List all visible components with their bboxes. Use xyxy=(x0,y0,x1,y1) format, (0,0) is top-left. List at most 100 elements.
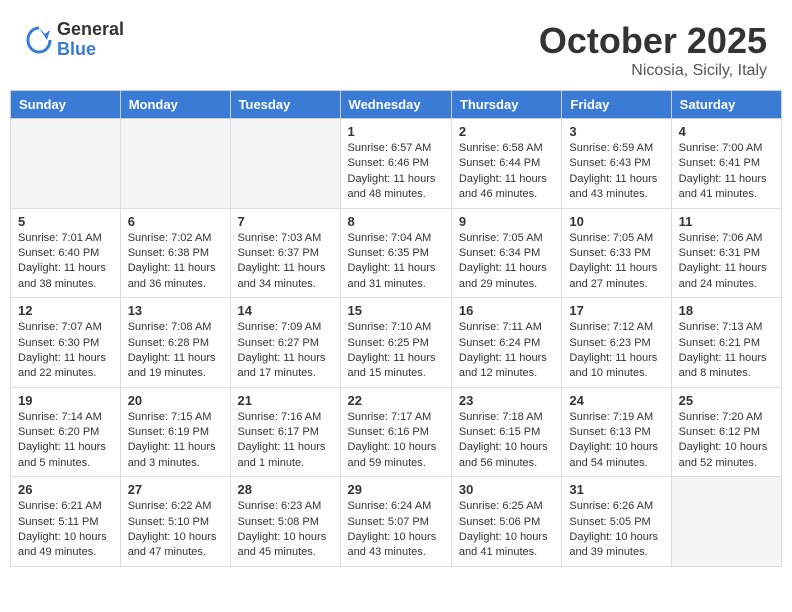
week-row-4: 19 Sunrise: 7:14 AMSunset: 6:20 PMDayligh… xyxy=(11,387,782,477)
day-info: Sunrise: 6:25 AMSunset: 5:06 PMDaylight:… xyxy=(459,499,554,561)
logo: General Blue xyxy=(25,20,124,60)
day-number: 2 xyxy=(459,124,554,139)
day-number: 3 xyxy=(569,124,663,139)
calendar-cell: 25 Sunrise: 7:20 AMSunset: 6:12 PMDayligh… xyxy=(671,387,781,477)
calendar-cell: 26 Sunrise: 6:21 AMSunset: 5:11 PMDayligh… xyxy=(11,477,121,567)
location-title: Nicosia, Sicily, Italy xyxy=(539,62,767,80)
calendar-cell: 13 Sunrise: 7:08 AMSunset: 6:28 PMDayligh… xyxy=(120,298,230,388)
day-header-monday: Monday xyxy=(120,91,230,119)
calendar-cell: 20 Sunrise: 7:15 AMSunset: 6:19 PMDayligh… xyxy=(120,387,230,477)
day-info: Sunrise: 7:00 AMSunset: 6:41 PMDaylight:… xyxy=(679,141,774,203)
title-block: October 2025 Nicosia, Sicily, Italy xyxy=(539,20,767,80)
calendar-cell: 4 Sunrise: 7:00 AMSunset: 6:41 PMDaylight… xyxy=(671,119,781,209)
day-header-tuesday: Tuesday xyxy=(230,91,340,119)
day-info: Sunrise: 6:21 AMSunset: 5:11 PMDaylight:… xyxy=(18,499,113,561)
calendar-cell: 3 Sunrise: 6:59 AMSunset: 6:43 PMDaylight… xyxy=(562,119,671,209)
week-row-5: 26 Sunrise: 6:21 AMSunset: 5:11 PMDayligh… xyxy=(11,477,782,567)
calendar-cell: 2 Sunrise: 6:58 AMSunset: 6:44 PMDaylight… xyxy=(451,119,561,209)
day-number: 7 xyxy=(238,214,333,229)
day-number: 16 xyxy=(459,303,554,318)
day-number: 8 xyxy=(348,214,444,229)
day-info: Sunrise: 7:11 AMSunset: 6:24 PMDaylight:… xyxy=(459,320,554,382)
day-info: Sunrise: 6:23 AMSunset: 5:08 PMDaylight:… xyxy=(238,499,333,561)
day-info: Sunrise: 7:10 AMSunset: 6:25 PMDaylight:… xyxy=(348,320,444,382)
calendar-cell: 28 Sunrise: 6:23 AMSunset: 5:08 PMDayligh… xyxy=(230,477,340,567)
day-info: Sunrise: 7:08 AMSunset: 6:28 PMDaylight:… xyxy=(128,320,223,382)
day-info: Sunrise: 6:59 AMSunset: 6:43 PMDaylight:… xyxy=(569,141,663,203)
day-header-friday: Friday xyxy=(562,91,671,119)
calendar-cell: 14 Sunrise: 7:09 AMSunset: 6:27 PMDayligh… xyxy=(230,298,340,388)
day-number: 17 xyxy=(569,303,663,318)
calendar-cell: 11 Sunrise: 7:06 AMSunset: 6:31 PMDayligh… xyxy=(671,208,781,298)
month-title: October 2025 xyxy=(539,20,767,62)
day-number: 11 xyxy=(679,214,774,229)
calendar-cell: 1 Sunrise: 6:57 AMSunset: 6:46 PMDaylight… xyxy=(340,119,451,209)
day-header-saturday: Saturday xyxy=(671,91,781,119)
day-info: Sunrise: 7:06 AMSunset: 6:31 PMDaylight:… xyxy=(679,231,774,293)
day-info: Sunrise: 7:09 AMSunset: 6:27 PMDaylight:… xyxy=(238,320,333,382)
day-number: 26 xyxy=(18,482,113,497)
calendar-cell: 7Sunrise: 7:03 AMSunset: 6:37 PMDaylight… xyxy=(230,208,340,298)
day-number: 9 xyxy=(459,214,554,229)
day-number: 28 xyxy=(238,482,333,497)
logo-icon xyxy=(25,26,53,54)
calendar-cell: 23Sunrise: 7:18 AMSunset: 6:15 PMDayligh… xyxy=(451,387,561,477)
day-info: Sunrise: 6:24 AMSunset: 5:07 PMDaylight:… xyxy=(348,499,444,561)
calendar-cell: 16 Sunrise: 7:11 AMSunset: 6:24 PMDayligh… xyxy=(451,298,561,388)
calendar-cell xyxy=(671,477,781,567)
day-header-sunday: Sunday xyxy=(11,91,121,119)
day-number: 27 xyxy=(128,482,223,497)
day-number: 22 xyxy=(348,393,444,408)
day-number: 14 xyxy=(238,303,333,318)
day-info: Sunrise: 7:01 AMSunset: 6:40 PMDaylight:… xyxy=(18,231,113,293)
day-number: 30 xyxy=(459,482,554,497)
calendar-cell: 5 Sunrise: 7:01 AMSunset: 6:40 PMDaylight… xyxy=(11,208,121,298)
day-info: Sunrise: 7:05 AMSunset: 6:34 PMDaylight:… xyxy=(459,231,554,293)
calendar-header-row: SundayMondayTuesdayWednesdayThursdayFrid… xyxy=(11,91,782,119)
calendar-cell: 19 Sunrise: 7:14 AMSunset: 6:20 PMDayligh… xyxy=(11,387,121,477)
calendar-cell xyxy=(11,119,121,209)
calendar-cell: 24Sunrise: 7:19 AMSunset: 6:13 PMDayligh… xyxy=(562,387,671,477)
day-info: Sunrise: 7:20 AMSunset: 6:12 PMDaylight:… xyxy=(679,410,774,472)
day-info: Sunrise: 7:14 AMSunset: 6:20 PMDaylight:… xyxy=(18,410,113,472)
calendar-cell: 10Sunrise: 7:05 AMSunset: 6:33 PMDayligh… xyxy=(562,208,671,298)
calendar-cell: 30 Sunrise: 6:25 AMSunset: 5:06 PMDayligh… xyxy=(451,477,561,567)
day-header-wednesday: Wednesday xyxy=(340,91,451,119)
day-info: Sunrise: 6:57 AMSunset: 6:46 PMDaylight:… xyxy=(348,141,444,203)
day-number: 21 xyxy=(238,393,333,408)
day-info: Sunrise: 6:26 AMSunset: 5:05 PMDaylight:… xyxy=(569,499,663,561)
calendar-cell: 27 Sunrise: 6:22 AMSunset: 5:10 PMDayligh… xyxy=(120,477,230,567)
day-number: 5 xyxy=(18,214,113,229)
week-row-2: 5 Sunrise: 7:01 AMSunset: 6:40 PMDaylight… xyxy=(11,208,782,298)
calendar-cell: 8Sunrise: 7:04 AMSunset: 6:35 PMDaylight… xyxy=(340,208,451,298)
day-number: 18 xyxy=(679,303,774,318)
day-number: 6 xyxy=(128,214,223,229)
day-number: 20 xyxy=(128,393,223,408)
calendar-cell: 21Sunrise: 7:16 AMSunset: 6:17 PMDayligh… xyxy=(230,387,340,477)
day-number: 4 xyxy=(679,124,774,139)
day-number: 1 xyxy=(348,124,444,139)
calendar-cell xyxy=(120,119,230,209)
day-header-thursday: Thursday xyxy=(451,91,561,119)
day-info: Sunrise: 6:22 AMSunset: 5:10 PMDaylight:… xyxy=(128,499,223,561)
day-info: Sunrise: 6:58 AMSunset: 6:44 PMDaylight:… xyxy=(459,141,554,203)
day-number: 13 xyxy=(128,303,223,318)
day-info: Sunrise: 7:12 AMSunset: 6:23 PMDaylight:… xyxy=(569,320,663,382)
page-header: General Blue October 2025 Nicosia, Sicil… xyxy=(10,10,782,85)
calendar-cell: 18 Sunrise: 7:13 AMSunset: 6:21 PMDayligh… xyxy=(671,298,781,388)
calendar-cell: 22Sunrise: 7:17 AMSunset: 6:16 PMDayligh… xyxy=(340,387,451,477)
day-info: Sunrise: 7:15 AMSunset: 6:19 PMDaylight:… xyxy=(128,410,223,472)
day-number: 25 xyxy=(679,393,774,408)
calendar-cell: 12 Sunrise: 7:07 AMSunset: 6:30 PMDayligh… xyxy=(11,298,121,388)
day-number: 12 xyxy=(18,303,113,318)
calendar-cell: 6Sunrise: 7:02 AMSunset: 6:38 PMDaylight… xyxy=(120,208,230,298)
logo-blue-text: Blue xyxy=(57,40,124,60)
calendar-table: SundayMondayTuesdayWednesdayThursdayFrid… xyxy=(10,90,782,567)
day-number: 24 xyxy=(569,393,663,408)
day-info: Sunrise: 7:18 AMSunset: 6:15 PMDaylight:… xyxy=(459,410,554,472)
day-info: Sunrise: 7:13 AMSunset: 6:21 PMDaylight:… xyxy=(679,320,774,382)
day-info: Sunrise: 7:07 AMSunset: 6:30 PMDaylight:… xyxy=(18,320,113,382)
day-number: 15 xyxy=(348,303,444,318)
day-info: Sunrise: 7:05 AMSunset: 6:33 PMDaylight:… xyxy=(569,231,663,293)
day-number: 19 xyxy=(18,393,113,408)
